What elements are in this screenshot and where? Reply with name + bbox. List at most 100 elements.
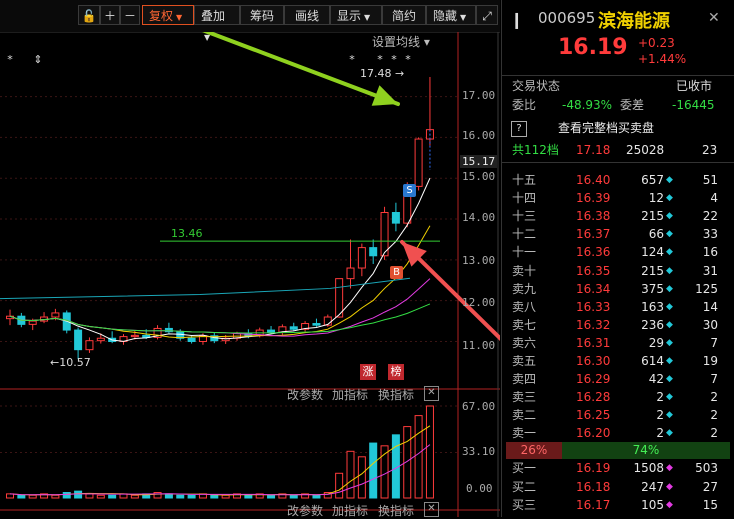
limit-up-badge[interactable]: 涨: [360, 364, 376, 380]
order-volume: 236: [641, 317, 664, 332]
sell-order-row: 十二 16.37 66 33 ◆: [502, 225, 734, 244]
switch-indicator-button[interactable]: 换指标: [378, 502, 414, 519]
candle-body: [312, 323, 321, 326]
order-count: 16: [702, 245, 718, 260]
sell-order-row: 卖八 16.33 163 14 ◆: [502, 298, 734, 317]
sell-signal-badge[interactable]: S: [403, 184, 416, 197]
sub-edit-params-button[interactable]: 改参数: [287, 386, 323, 403]
edit-params-button[interactable]: 改参数: [287, 502, 323, 519]
sell-order-row: 卖五 16.30 614 19 ◆: [502, 352, 734, 371]
hide-button[interactable]: 隐藏 ▼: [426, 5, 476, 25]
order-dot-icon: ◆: [666, 500, 673, 510]
order-price: 16.40: [576, 173, 611, 187]
candle-body: [289, 326, 298, 330]
order-volume: 2: [656, 408, 664, 423]
low-marker-value: 10.57: [59, 356, 91, 369]
order-dot-icon: ◆: [666, 319, 673, 330]
order-price: 16.33: [576, 299, 611, 314]
y-tick: 17.00: [462, 89, 496, 102]
order-count: 19: [702, 354, 718, 368]
order-level-label: 十五: [512, 173, 537, 187]
lock-icon[interactable]: 🔓: [78, 5, 100, 25]
price-change-pct: +1.44%: [638, 52, 687, 66]
chips-button[interactable]: 筹码: [240, 5, 284, 25]
dragon-tiger-badge[interactable]: 榜: [388, 364, 404, 380]
order-count: 51: [702, 173, 718, 187]
sell-order-row: 十一 16.36 124 16 ◆: [502, 243, 734, 262]
order-dot-icon: ◆: [666, 374, 673, 385]
volume-bar: [210, 494, 219, 499]
sell-order-row: 卖四 16.29 42 7 ◆: [502, 370, 734, 389]
order-price: 16.35: [576, 263, 611, 278]
levels-label: 共112档: [512, 143, 559, 157]
order-dot-icon: ◆: [666, 283, 673, 294]
event-star-icon: *: [377, 53, 383, 66]
help-icon[interactable]: ?: [511, 121, 527, 137]
candle-body: [74, 329, 83, 351]
ma-settings-link[interactable]: 设置均线 ▾: [372, 33, 430, 50]
sub-switch-indicator-button[interactable]: 换指标: [378, 386, 414, 403]
draw-line-button[interactable]: 画线: [284, 5, 330, 25]
order-count: 7: [710, 335, 718, 350]
y-tick-current: 15.17: [460, 155, 498, 168]
divider: [502, 162, 734, 163]
volume-bar: [74, 490, 83, 499]
zoom-in-button[interactable]: ＋: [100, 5, 120, 25]
candle-body: [85, 340, 94, 351]
buy-signal-badge[interactable]: B: [390, 266, 403, 279]
sell-order-row: 卖一 16.20 2 2 ◆: [502, 424, 734, 443]
candle-body: [187, 337, 196, 343]
buy-order-row: 买二 16.18 247 27 ◆: [502, 478, 734, 497]
sell-order-row: 卖六 16.31 29 7 ◆: [502, 334, 734, 353]
ratio-value: -48.93%: [562, 98, 613, 112]
level-line-label: 13.46: [171, 227, 203, 240]
restore-rights-button[interactable]: 复权 ▼: [142, 5, 194, 25]
add-indicator-button[interactable]: 加指标: [332, 502, 368, 519]
order-price: 16.31: [576, 335, 611, 350]
simple-button[interactable]: 简约: [382, 5, 426, 25]
order-volume: 66: [648, 227, 664, 242]
order-count: 31: [702, 263, 718, 278]
sell-order-row: 卖九 16.34 375 125 ◆: [502, 280, 734, 299]
order-dot-icon: ◆: [666, 193, 673, 204]
diff-value: -16445: [672, 98, 715, 112]
ma-long-line: [0, 277, 411, 300]
sub-add-indicator-button[interactable]: 加指标: [332, 386, 368, 403]
order-volume: 29: [648, 335, 664, 350]
sell-order-row: 卖十 16.35 215 31 ◆: [502, 262, 734, 281]
order-dot-icon: ◆: [666, 463, 673, 473]
order-volume: 42: [648, 372, 664, 387]
vol-y-tick: 33.10: [462, 445, 496, 458]
menu-icon[interactable]: ❙: [510, 10, 523, 29]
volume-bar: [414, 415, 423, 499]
order-volume: 375: [641, 281, 664, 296]
candle-body: [357, 247, 366, 269]
zoom-out-button[interactable]: －: [120, 5, 140, 25]
volume-bar: [335, 472, 344, 499]
sell-order-row: 卖七 16.32 236 30 ◆: [502, 316, 734, 335]
y-tick: 13.00: [462, 254, 496, 267]
order-volume: 657: [641, 173, 664, 187]
full-book-link[interactable]: 查看完整档买卖盘: [558, 119, 654, 138]
sub-close-icon[interactable]: ✕: [424, 386, 439, 401]
close-icon-right[interactable]: ✕: [708, 10, 720, 26]
high-marker: 17.48 →: [360, 67, 405, 80]
volume-bar: [369, 442, 378, 499]
order-level-label: 卖六: [512, 335, 537, 350]
order-price: 16.29: [576, 372, 611, 387]
overlay-button[interactable]: 叠加▼: [194, 5, 240, 42]
order-count: 2: [710, 390, 718, 405]
close-icon[interactable]: ✕: [424, 502, 439, 517]
order-count: 125: [695, 281, 718, 296]
order-level-label: 卖五: [512, 354, 537, 368]
display-button[interactable]: 显示 ▼: [330, 5, 382, 25]
volume-bar: [28, 494, 37, 499]
volume-bar: [85, 493, 94, 499]
order-dot-icon: ◆: [666, 229, 673, 240]
full-book-row[interactable]: ? 查看完整档买卖盘: [502, 119, 734, 138]
volume-bar: [357, 456, 366, 499]
volume-bar: [244, 494, 253, 499]
fullscreen-icon[interactable]: ⤢: [476, 5, 498, 25]
candle-body: [391, 212, 400, 224]
levels-row: 共112档 17.18 25028 23: [502, 141, 734, 160]
